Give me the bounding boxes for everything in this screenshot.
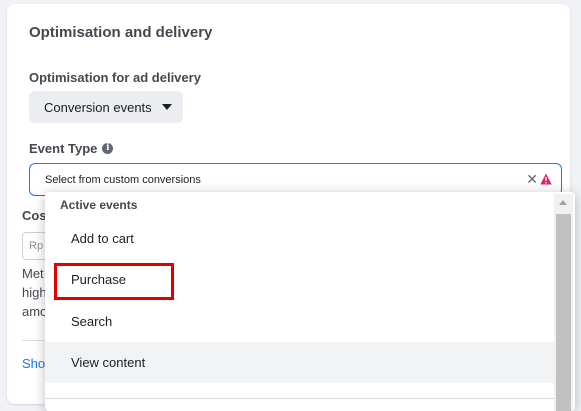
menu-item-label: View content: [71, 355, 146, 370]
menu-item-label: Purchase: [71, 272, 126, 287]
caret-down-icon: [162, 104, 172, 110]
scrollbar-thumb[interactable]: [556, 214, 571, 411]
warning-icon: [540, 173, 552, 185]
event-type-label-row: Event Type i: [29, 141, 114, 156]
menu-item-search[interactable]: Search: [45, 301, 554, 342]
menu-item-label: Add to cart: [71, 231, 134, 246]
scroll-up-arrow-icon[interactable]: [559, 200, 567, 205]
info-icon[interactable]: i: [102, 143, 114, 154]
description-line: high: [22, 285, 47, 300]
section-title: Optimisation and delivery: [29, 24, 213, 41]
close-icon[interactable]: ✕: [526, 171, 538, 188]
event-dropdown-menu: Active events Add to cart Purchase Searc…: [45, 192, 575, 411]
menu-item-view-content[interactable]: View content: [45, 342, 554, 383]
optimisation-dropdown-value: Conversion events: [44, 99, 152, 115]
menu-item-label: Search: [71, 314, 113, 329]
menu-item-add-to-cart[interactable]: Add to cart: [45, 218, 554, 259]
event-type-label: Event Type: [29, 141, 98, 156]
event-type-placeholder: Select from custom conversions: [45, 173, 201, 186]
menu-divider: [45, 398, 554, 399]
optimisation-label: Optimisation for ad delivery: [29, 70, 201, 85]
menu-scrollbar[interactable]: [554, 194, 573, 411]
cost-label: Cos: [22, 208, 47, 223]
description-text: Met high amo: [22, 264, 47, 321]
description-line: amo: [22, 304, 48, 319]
description-line: Met: [22, 266, 44, 281]
show-more-link[interactable]: Sho: [22, 356, 45, 371]
menu-header: Active events: [60, 198, 138, 212]
optimisation-dropdown[interactable]: Conversion events: [29, 91, 183, 123]
menu-item-purchase[interactable]: Purchase: [45, 259, 554, 300]
